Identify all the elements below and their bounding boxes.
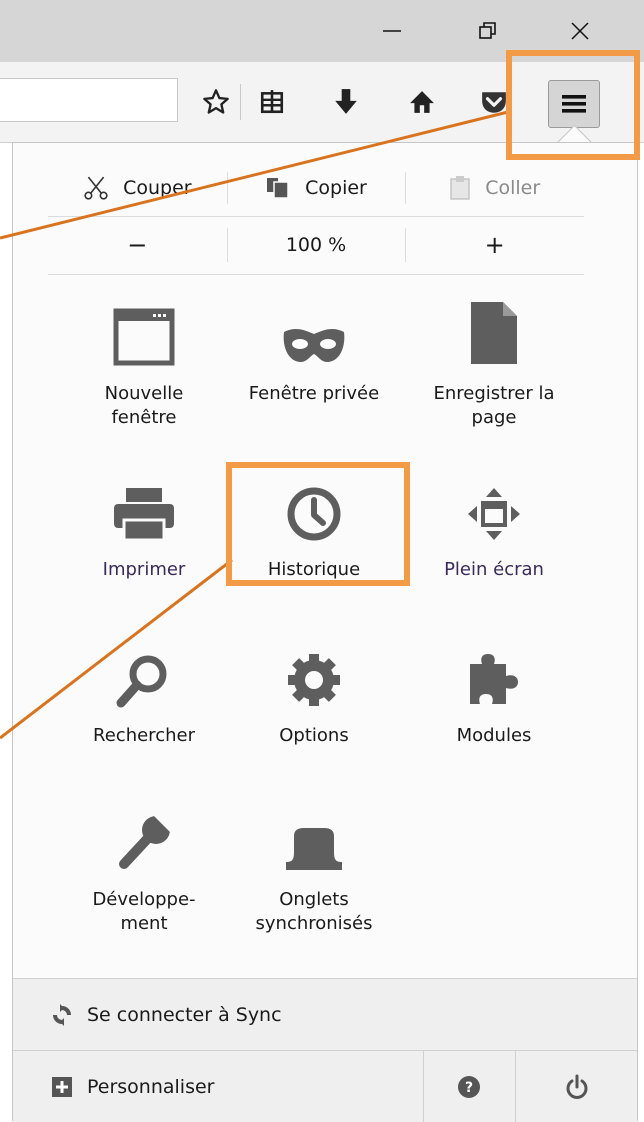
- history-highlight: [226, 462, 410, 586]
- menu-button-highlight: [506, 50, 640, 160]
